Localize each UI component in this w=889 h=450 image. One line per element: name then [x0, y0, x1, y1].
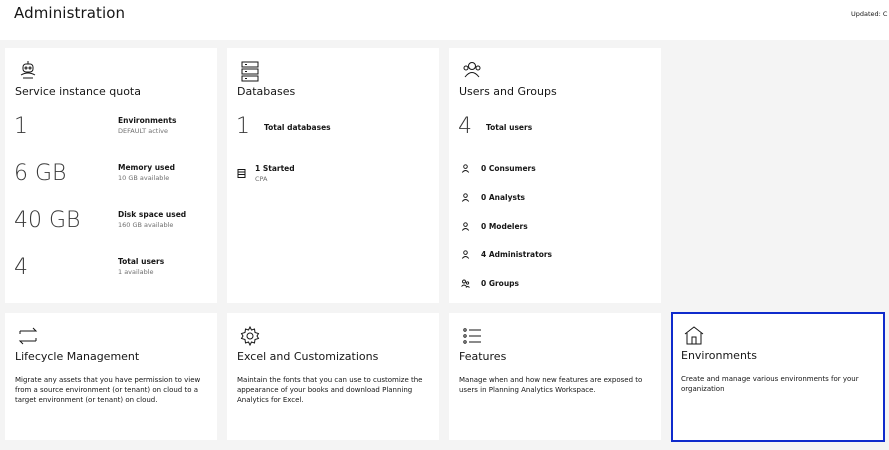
tile-title: Databases — [237, 85, 296, 98]
features-tile[interactable]: Features Manage when and how new feature… — [449, 313, 661, 440]
settings-cog-icon — [239, 325, 261, 347]
disk-available: 160 GB available — [118, 221, 174, 229]
total-users-label: Total users — [118, 257, 165, 266]
users-available: 1 available — [118, 268, 154, 276]
environments-label: Environments — [118, 116, 177, 125]
database-icon — [239, 60, 261, 82]
list-item-modelers: 0 Modelers — [459, 220, 528, 232]
total-databases-label: Total databases — [264, 123, 331, 132]
page-title: Administration — [14, 4, 126, 22]
tile-title: Excel and Customizations — [237, 350, 379, 363]
list-item-label: 0 Groups — [481, 278, 520, 288]
environments-sub: DEFAULT active — [118, 127, 168, 135]
excel-customizations-tile[interactable]: Excel and Customizations Maintain the fo… — [227, 313, 439, 440]
list-item-groups: 0 Groups — [459, 277, 519, 289]
list-item-administrators: 4 Administrators — [459, 248, 552, 260]
database-server-icon — [237, 163, 246, 178]
tile-title: Users and Groups — [459, 85, 557, 98]
total-databases-value: 1 — [236, 114, 250, 139]
database-started-label: 1 Started — [255, 164, 295, 173]
tile-title: Features — [459, 350, 507, 363]
user-icon — [459, 220, 471, 232]
disk-used-value: 40 GB — [14, 208, 81, 233]
tile-title: Service instance quota — [15, 85, 141, 98]
group-icon — [459, 277, 471, 289]
list-item-analysts: 0 Analysts — [459, 191, 525, 203]
tile-title: Environments — [681, 349, 757, 362]
list-item-label: 0 Analysts — [481, 192, 526, 202]
total-users-value: 4 — [458, 114, 472, 139]
list-item-label: 0 Modelers — [481, 221, 528, 231]
database-name: CPA — [255, 175, 268, 183]
list-item-label: 0 Consumers — [481, 163, 536, 173]
disk-used-label: Disk space used — [118, 210, 187, 219]
service-quota-tile[interactable]: Service instance quota 1 Environments DE… — [5, 48, 217, 303]
environments-count: 1 — [14, 114, 28, 139]
list-item-consumers: 0 Consumers — [459, 162, 536, 174]
users-groups-tile[interactable]: Users and Groups 4 Total users 0 Consume… — [449, 48, 661, 303]
tile-description: Migrate any assets that you have permiss… — [15, 376, 201, 404]
header-bar: Administration Updated: C — [0, 0, 889, 40]
tile-description: Manage when and how new features are exp… — [459, 376, 643, 394]
users-icon — [461, 60, 483, 82]
home-icon — [683, 324, 705, 346]
environments-tile[interactable]: Environments Create and manage various e… — [671, 312, 885, 442]
memory-used-value: 6 GB — [14, 161, 67, 186]
memory-available: 10 GB available — [118, 174, 170, 182]
user-icon — [459, 162, 471, 174]
total-users-label: Total users — [486, 123, 533, 132]
swap-arrows-icon — [17, 325, 39, 347]
user-icon — [459, 248, 471, 260]
list-item-label: 4 Administrators — [481, 249, 553, 259]
tile-description: Maintain the fonts that you can use to c… — [237, 376, 423, 404]
robot-icon — [17, 60, 39, 82]
tile-title: Lifecycle Management — [15, 350, 140, 363]
updated-timestamp: Updated: C — [851, 10, 888, 18]
lifecycle-management-tile[interactable]: Lifecycle Management Migrate any assets … — [5, 313, 217, 440]
tile-description: Create and manage various environments f… — [681, 375, 859, 393]
list-bullets-icon — [461, 325, 483, 347]
total-users-value: 4 — [14, 255, 28, 280]
user-icon — [459, 191, 471, 203]
databases-tile[interactable]: Databases 1 Total databases 1 Started CP… — [227, 48, 439, 303]
memory-used-label: Memory used — [118, 163, 175, 172]
